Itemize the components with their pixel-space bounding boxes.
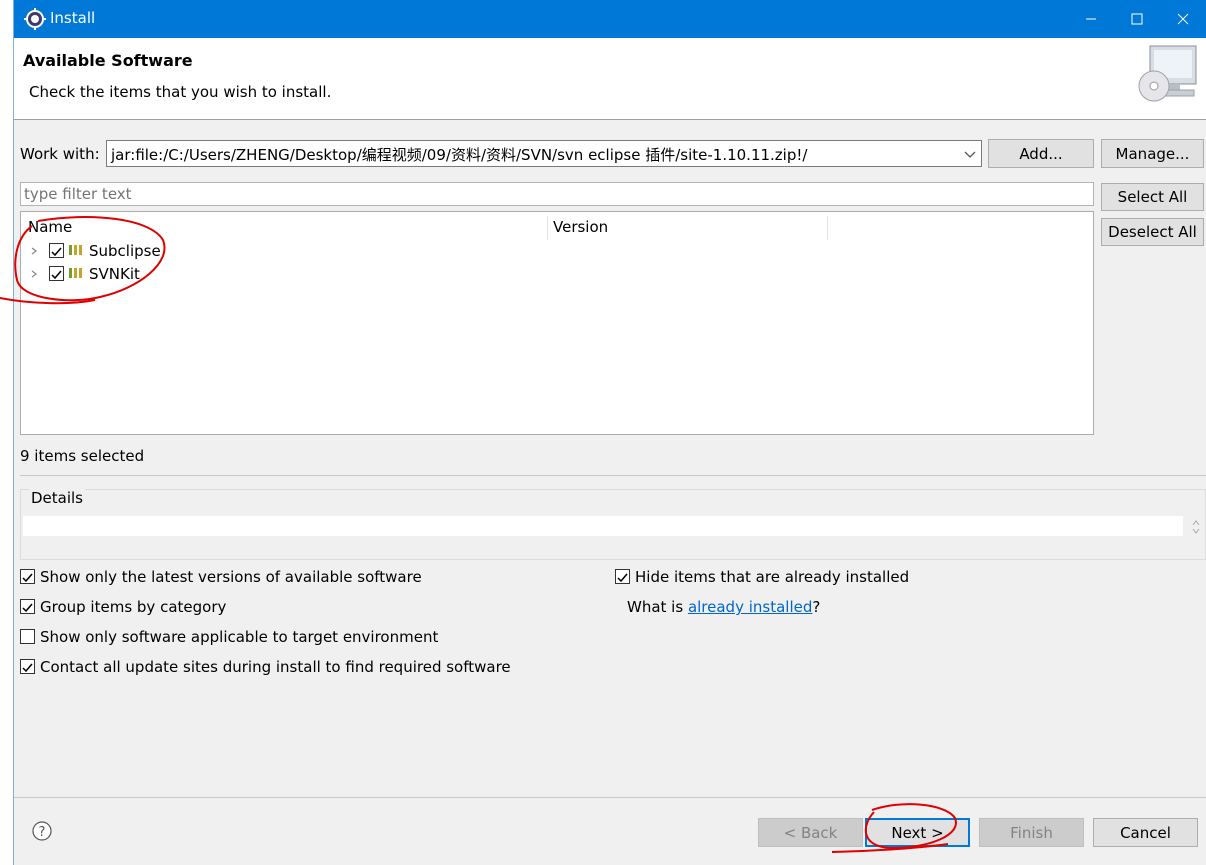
tree-row[interactable]: Subclipse	[21, 240, 1091, 262]
maximize-button[interactable]	[1114, 0, 1160, 38]
cancel-button[interactable]: Cancel	[1093, 818, 1198, 847]
checkmark-icon	[51, 247, 62, 257]
background-window-edge	[0, 0, 14, 865]
checkmark-icon	[22, 573, 33, 583]
chevron-right-icon[interactable]	[29, 244, 39, 258]
column-divider[interactable]	[547, 216, 548, 240]
group-by-category-checkbox[interactable]	[20, 599, 35, 614]
contact-all-sites-label[interactable]: Contact all update sites during install …	[40, 658, 511, 676]
item-checkbox[interactable]	[49, 266, 64, 281]
feature-category-icon	[69, 268, 82, 278]
item-label: Subclipse	[89, 242, 161, 260]
finish-button[interactable]: Finish	[979, 818, 1084, 847]
checkmark-icon	[617, 573, 628, 583]
hide-installed-checkbox[interactable]	[615, 569, 630, 584]
hide-installed-label[interactable]: Hide items that are already installed	[635, 568, 909, 586]
install-dialog: Install Available Software Check the ite…	[0, 0, 1206, 865]
tree-row[interactable]: SVNKit	[21, 263, 1091, 285]
work-with-label: Work with:	[20, 145, 100, 163]
checkmark-icon	[22, 603, 33, 613]
maximize-icon	[1131, 13, 1143, 25]
already-installed-link[interactable]: already installed	[688, 598, 812, 616]
page-description: Check the items that you wish to install…	[29, 83, 332, 101]
manage-sites-button[interactable]: Manage...	[1101, 139, 1204, 168]
divider	[20, 475, 1206, 476]
work-with-value: jar:file:/C:/Users/ZHENG/Desktop/编程视频/09…	[111, 146, 808, 164]
latest-versions-checkbox[interactable]	[20, 569, 35, 584]
minimize-icon	[1086, 18, 1096, 20]
scroll-arrows-icon[interactable]	[1191, 518, 1201, 536]
title-bar: Install	[14, 0, 1206, 38]
column-header-name[interactable]: Name	[28, 218, 72, 236]
applicable-only-label[interactable]: Show only software applicable to target …	[40, 628, 438, 646]
page-title: Available Software	[23, 51, 193, 70]
chevron-down-icon[interactable]	[963, 145, 977, 163]
svg-text:?: ?	[39, 825, 46, 840]
select-all-button[interactable]: Select All	[1101, 183, 1204, 211]
close-button[interactable]	[1160, 0, 1206, 38]
contact-all-sites-checkbox[interactable]	[20, 659, 35, 674]
selection-status: 9 items selected	[20, 447, 145, 465]
back-button[interactable]: < Back	[758, 818, 863, 847]
footer-divider	[14, 797, 1206, 798]
wizard-banner: Available Software Check the items that …	[14, 38, 1206, 120]
column-header-version[interactable]: Version	[553, 218, 608, 236]
latest-versions-label[interactable]: Show only the latest versions of availab…	[40, 568, 422, 586]
help-icon[interactable]: ?	[32, 821, 52, 841]
deselect-all-button[interactable]: Deselect All	[1101, 218, 1204, 246]
column-divider[interactable]	[827, 216, 828, 240]
close-icon	[1177, 13, 1189, 25]
next-button[interactable]: Next >	[865, 818, 970, 847]
chevron-right-icon[interactable]	[29, 267, 39, 281]
filter-input[interactable]	[20, 182, 1094, 206]
work-with-combo[interactable]: jar:file:/C:/Users/ZHENG/Desktop/编程视频/09…	[106, 140, 982, 167]
window-title: Install	[50, 9, 96, 27]
add-site-button[interactable]: Add...	[988, 139, 1094, 168]
available-software-tree[interactable]: Name Version Subclipse SVNKit	[20, 211, 1094, 435]
checkmark-icon	[22, 663, 33, 673]
applicable-only-checkbox[interactable]	[20, 629, 35, 644]
group-by-category-label[interactable]: Group items by category	[40, 598, 226, 616]
what-is-prefix: What is	[627, 598, 688, 616]
checkmark-icon	[51, 270, 62, 280]
minimize-button[interactable]	[1068, 0, 1114, 38]
details-text-area[interactable]	[23, 516, 1183, 536]
eclipse-gear-icon	[24, 8, 46, 30]
what-is-installed: What is already installed?	[627, 598, 820, 616]
feature-category-icon	[69, 245, 82, 255]
install-wizard-icon	[1138, 45, 1197, 102]
details-group: Details	[20, 489, 1206, 560]
item-checkbox[interactable]	[49, 243, 64, 258]
item-label: SVNKit	[89, 265, 140, 283]
what-is-suffix: ?	[812, 598, 821, 616]
details-label: Details	[29, 489, 86, 507]
